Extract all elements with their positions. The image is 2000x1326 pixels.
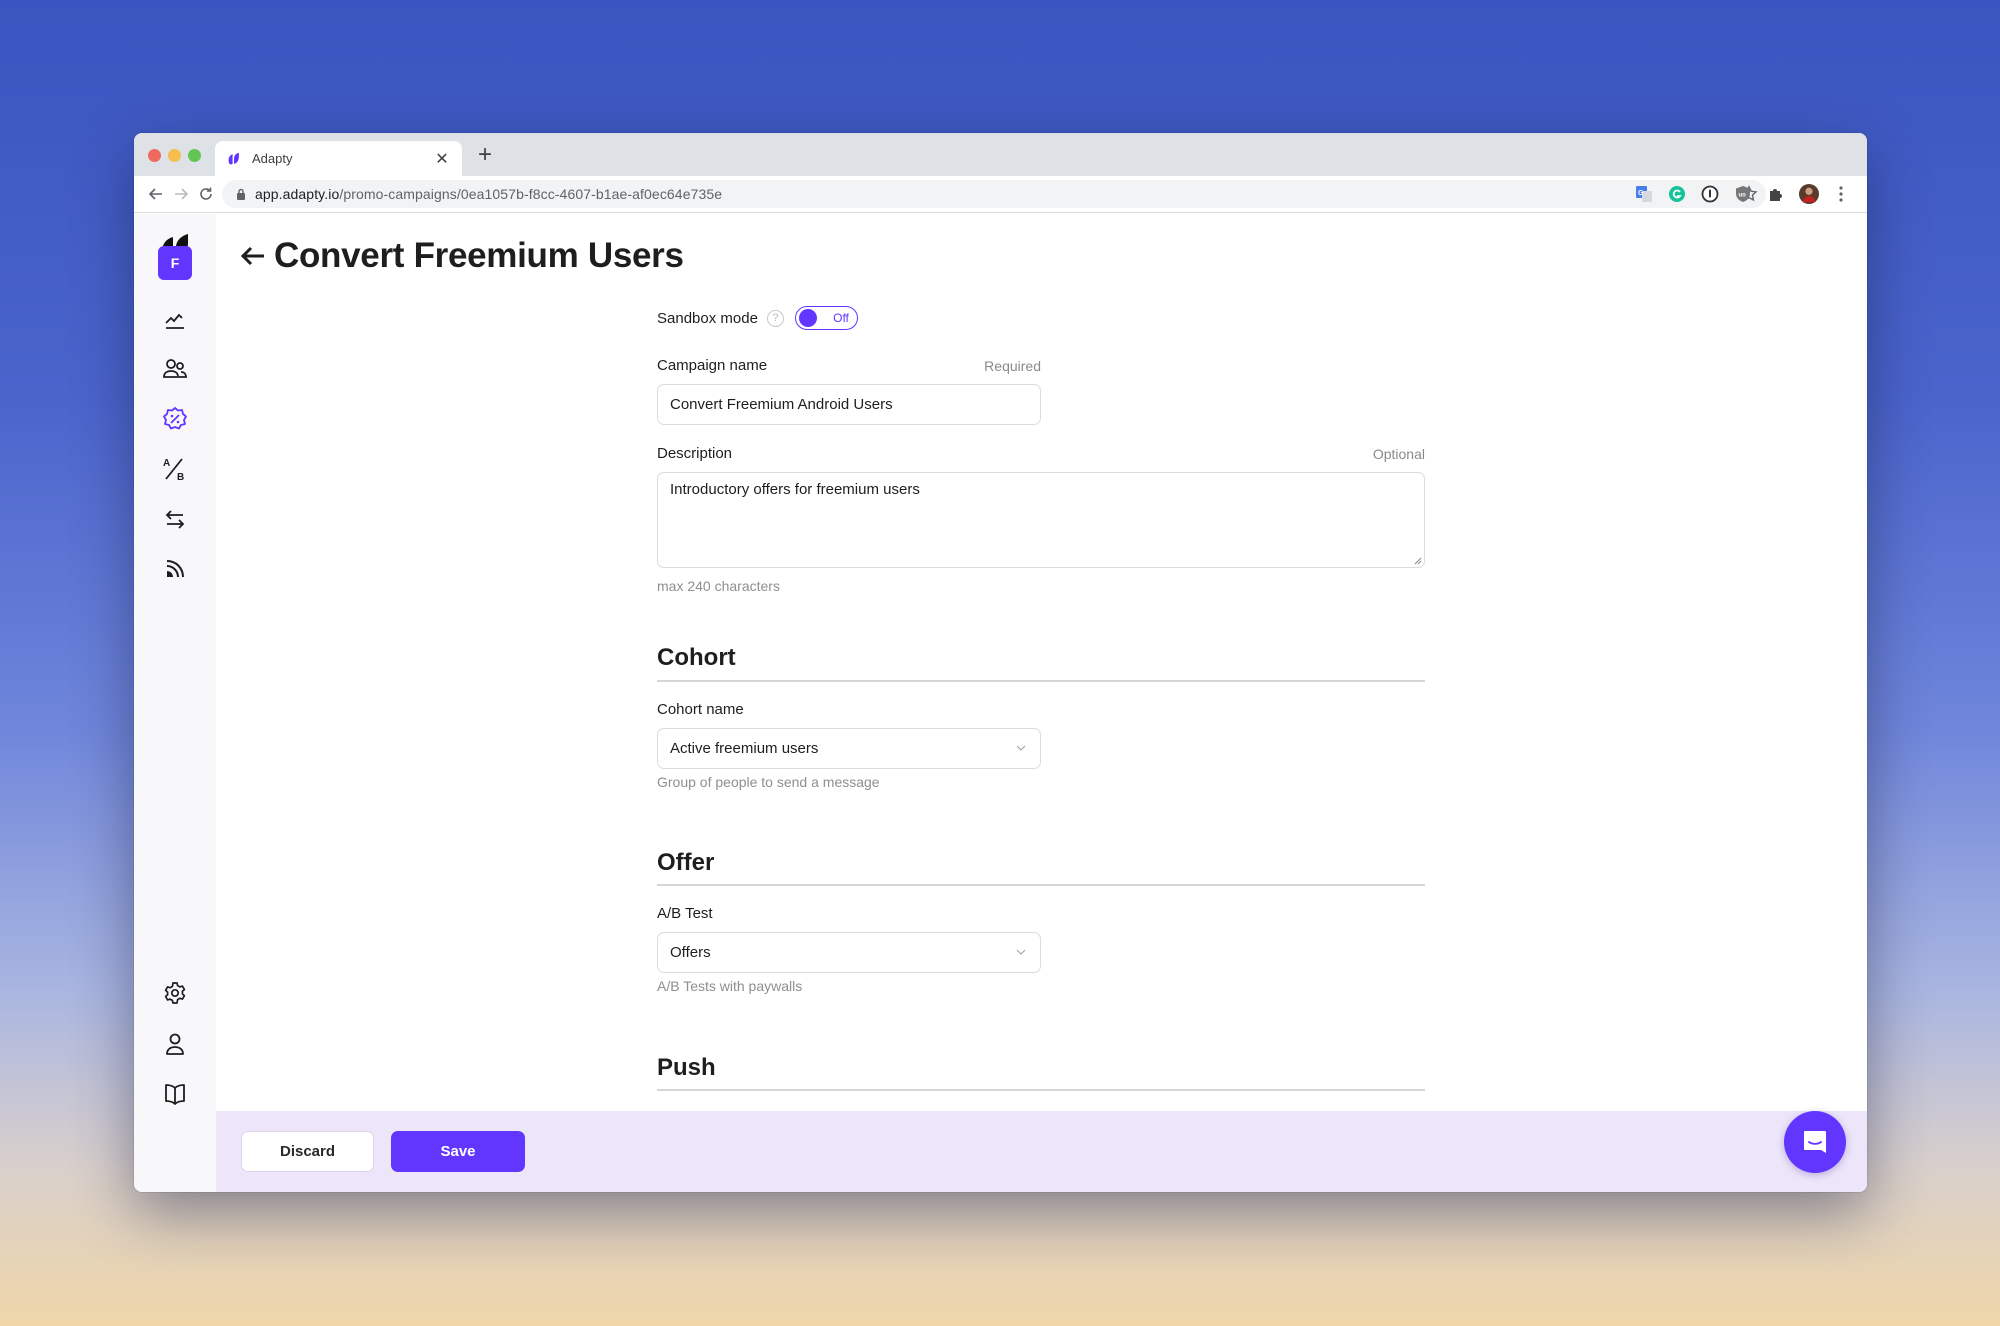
maximize-window-button[interactable] <box>188 149 201 162</box>
push-divider <box>657 1089 1425 1091</box>
lock-icon <box>237 188 245 200</box>
offer-divider <box>657 884 1425 886</box>
workspace-avatar[interactable]: F <box>158 246 192 280</box>
ab-test-icon: AB <box>163 458 184 482</box>
ab-test-label: A/B Test <box>657 905 713 922</box>
gear-icon <box>164 982 186 1004</box>
extensions-puzzle-icon[interactable] <box>1766 184 1786 204</box>
browser-tab[interactable]: Adapty ✕ <box>215 141 462 176</box>
ab-test-helper: A/B Tests with paywalls <box>657 978 803 994</box>
chevron-down-icon <box>1016 745 1026 751</box>
main-content: Convert Freemium Users Sandbox mode ? Of… <box>216 214 1867 1111</box>
save-button[interactable]: Save <box>391 1131 525 1172</box>
sandbox-row: Sandbox mode ? Off <box>657 306 858 330</box>
chat-bubble-icon <box>1804 1131 1826 1153</box>
toggle-knob <box>798 309 817 327</box>
new-tab-button[interactable]: + <box>473 142 497 168</box>
rss-feed-icon <box>166 560 184 578</box>
campaign-name-label: Campaign name <box>657 357 768 374</box>
description-textarea[interactable]: Introductory offers for freemium users <box>657 472 1425 568</box>
svg-text:G: G <box>1638 190 1644 197</box>
push-heading: Push <box>657 1054 716 1081</box>
page-title: Convert Freemium Users <box>274 236 684 275</box>
adapty-logo-icon <box>228 152 239 164</box>
url-path: /promo-campaigns/0ea1057b-f8cc-4607-b1ae… <box>339 186 723 202</box>
campaign-name-input[interactable]: Convert Freemium Android Users <box>657 384 1041 425</box>
ublock-icon[interactable]: uo <box>1733 184 1753 204</box>
description-value: Introductory offers for freemium users <box>670 481 920 498</box>
sidebar-item-users[interactable] <box>162 356 188 382</box>
back-arrow-icon[interactable] <box>240 245 266 267</box>
chart-line-icon <box>165 313 184 329</box>
cohort-divider <box>657 680 1425 682</box>
address-bar[interactable]: app.adapty.io/promo-campaigns/0ea1057b-f… <box>222 180 1766 208</box>
sidebar-item-account[interactable] <box>162 1031 188 1057</box>
sidebar-item-integrations[interactable] <box>162 506 188 532</box>
google-translate-icon[interactable]: G <box>1634 184 1654 204</box>
book-icon <box>165 1084 185 1105</box>
url-text: app.adapty.io/promo-campaigns/0ea1057b-f… <box>255 186 722 202</box>
optional-hint: Optional <box>1372 446 1425 462</box>
cohort-helper: Group of people to send a message <box>657 774 880 790</box>
url-host: app.adapty.io <box>255 186 340 202</box>
sidebar-item-docs[interactable] <box>162 1081 188 1107</box>
close-window-button[interactable] <box>148 149 161 162</box>
action-footer: Discard Save <box>216 1111 1867 1192</box>
tab-strip: Adapty ✕ + <box>134 133 1867 176</box>
kebab-menu-icon[interactable] <box>1831 184 1851 204</box>
description-label: Description <box>657 445 733 462</box>
user-icon <box>166 1033 184 1055</box>
svg-text:uo: uo <box>1739 193 1747 199</box>
arrows-exchange-icon <box>165 510 185 529</box>
sidebar-item-promo-campaigns[interactable] <box>162 406 188 432</box>
reload-icon <box>200 187 212 200</box>
svg-text:A: A <box>163 458 170 469</box>
help-icon[interactable]: ? <box>766 309 784 327</box>
ab-test-select-value: Offers <box>670 944 711 961</box>
support-chat-button[interactable] <box>1784 1111 1846 1173</box>
close-tab-icon[interactable]: ✕ <box>434 149 450 169</box>
users-icon <box>163 359 187 378</box>
reload-button[interactable] <box>194 182 218 206</box>
forward-button[interactable] <box>169 182 193 206</box>
minimize-window-button[interactable] <box>168 149 181 162</box>
tab-title: Adapty <box>252 151 293 166</box>
sidebar-item-analytics[interactable] <box>162 307 188 333</box>
browser-window: Adapty ✕ + app.adapty.io/promo-campaigns… <box>134 133 1867 1192</box>
description-helper: max 240 characters <box>657 578 780 594</box>
sidebar: F AB <box>134 214 216 1192</box>
chevron-down-icon <box>1016 949 1026 955</box>
profile-avatar[interactable] <box>1799 184 1819 204</box>
browser-toolbar: app.adapty.io/promo-campaigns/0ea1057b-f… <box>134 176 1867 213</box>
resize-handle-icon[interactable] <box>1414 557 1422 565</box>
arrow-right-icon <box>175 188 189 200</box>
cohort-heading: Cohort <box>657 644 736 671</box>
page-header: Convert Freemium Users <box>240 236 684 276</box>
sidebar-item-ab-tests[interactable]: AB <box>162 456 188 482</box>
toggle-state: Off <box>833 311 849 325</box>
sidebar-item-settings[interactable] <box>162 980 188 1006</box>
ab-test-select[interactable]: Offers <box>657 932 1041 973</box>
discount-badge-icon <box>163 407 187 430</box>
grammarly-icon[interactable] <box>1667 184 1687 204</box>
back-button[interactable] <box>144 182 168 206</box>
discard-button[interactable]: Discard <box>241 1131 374 1172</box>
sandbox-toggle[interactable]: Off <box>794 306 858 330</box>
arrow-left-icon <box>148 188 162 200</box>
sidebar-item-events-feed[interactable] <box>162 556 188 582</box>
required-hint: Required <box>984 358 1041 374</box>
cohort-select[interactable]: Active freemium users <box>657 728 1041 769</box>
offer-heading: Offer <box>657 849 715 876</box>
cohort-select-value: Active freemium users <box>670 740 819 757</box>
cohort-name-label: Cohort name <box>657 701 744 718</box>
sandbox-label: Sandbox mode <box>657 309 758 327</box>
svg-text:B: B <box>177 472 184 482</box>
1password-icon[interactable] <box>1700 184 1720 204</box>
